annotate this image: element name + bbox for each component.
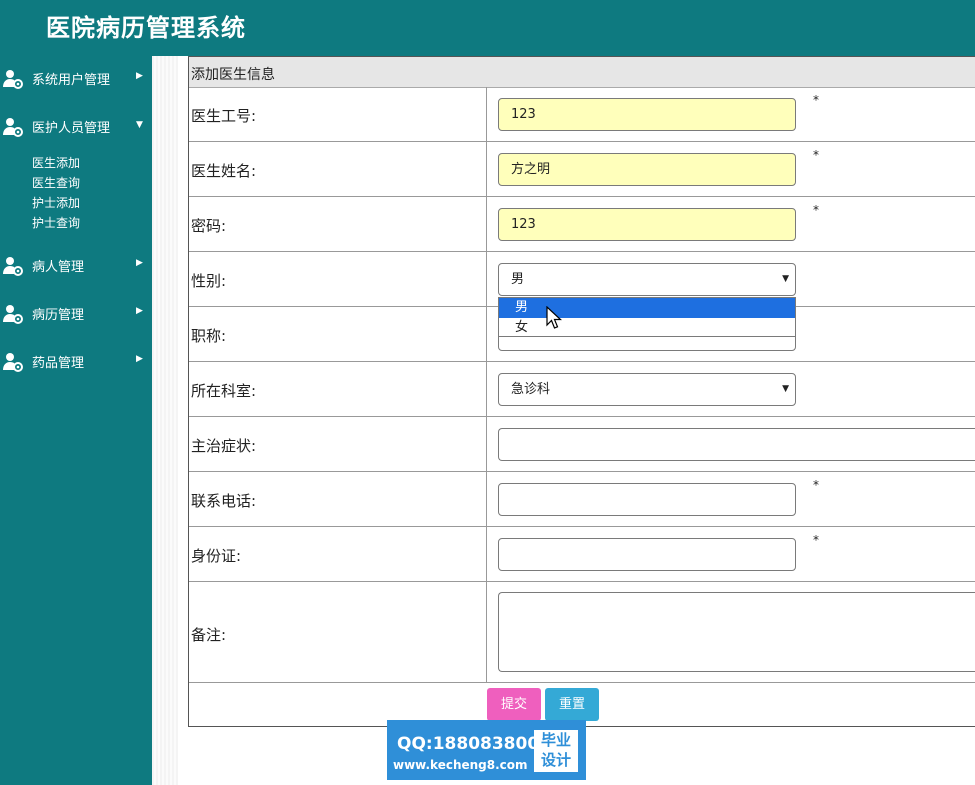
row-doctor-name: 医生姓名: 方之明 *: [189, 142, 975, 197]
phone-input[interactable]: [498, 483, 796, 516]
watermark-qq: QQ:188083800: [397, 734, 540, 754]
row-department: 所在科室: 急诊科 ▼: [189, 362, 975, 417]
form-header: 添加医生信息: [189, 57, 975, 88]
row-doctor-id: 医生工号: 123 *: [189, 87, 975, 142]
sidebar-item-system-users[interactable]: 系统用户管理 ▶: [0, 62, 152, 96]
department-select-value: 急诊科: [511, 382, 551, 397]
gender-dropdown-list: 男 女: [498, 297, 796, 337]
gender-label: 性别:: [191, 272, 227, 290]
required-mark: *: [813, 203, 819, 217]
doctor-id-label: 医生工号:: [191, 107, 257, 125]
department-label: 所在科室:: [191, 382, 257, 400]
chevron-down-icon: ▼: [782, 274, 789, 284]
submit-button[interactable]: 提交: [487, 688, 541, 721]
watermark-badge: 毕业 设计: [534, 730, 578, 772]
content-gutter: [152, 56, 178, 785]
doctor-name-input[interactable]: 方之明: [498, 153, 796, 186]
form-title: 添加医生信息: [191, 67, 275, 83]
department-select[interactable]: 急诊科 ▼: [498, 373, 796, 406]
required-mark: *: [813, 478, 819, 492]
required-mark: *: [813, 148, 819, 162]
reset-button[interactable]: 重置: [545, 688, 599, 721]
sidebar-item-label: 医护人员管理: [32, 121, 111, 136]
doctor-id-input[interactable]: 123: [498, 98, 796, 131]
sidebar-subitem-doctor-query[interactable]: 医生查询: [32, 174, 80, 191]
required-mark: *: [813, 93, 819, 107]
watermark-url: www.kecheng8.com: [393, 758, 528, 772]
required-mark: *: [813, 533, 819, 547]
row-remark: 备注:: [189, 582, 975, 683]
gender-select-value: 男: [511, 272, 525, 287]
user-gear-icon: [3, 70, 23, 89]
sidebar-item-medical-records[interactable]: 病历管理 ▶: [0, 297, 152, 331]
sidebar-item-label: 病历管理: [32, 308, 85, 323]
user-gear-icon: [3, 118, 23, 137]
app-header: 医院病历管理系统: [0, 0, 975, 56]
specialty-label: 主治症状:: [191, 437, 257, 455]
watermark-banner: QQ:188083800 www.kecheng8.com 毕业 设计: [387, 720, 586, 780]
watermark-badge-line1: 毕业: [540, 731, 571, 749]
specialty-input[interactable]: [498, 428, 975, 461]
sidebar: 系统用户管理 ▶ 医护人员管理 ▼ 医生添加 医生查询 护士添加 护士查询 病人…: [0, 56, 152, 785]
user-gear-icon: [3, 353, 23, 372]
row-id-card: 身份证: *: [189, 527, 975, 582]
sidebar-item-medical-staff[interactable]: 医护人员管理 ▼: [0, 110, 152, 144]
chevron-down-icon: ▼: [782, 384, 789, 394]
user-gear-icon: [3, 305, 23, 324]
user-gear-icon: [3, 257, 23, 276]
gender-option-female[interactable]: 女: [499, 318, 795, 338]
chevron-down-icon: ▼: [136, 120, 143, 130]
mouse-cursor-icon: [546, 306, 562, 329]
row-password: 密码: 123 *: [189, 197, 975, 252]
sidebar-subitem-nurse-query[interactable]: 护士查询: [32, 214, 80, 231]
phone-label: 联系电话:: [191, 492, 257, 510]
id-card-label: 身份证:: [191, 547, 242, 565]
sidebar-item-patients[interactable]: 病人管理 ▶: [0, 249, 152, 283]
row-phone: 联系电话: *: [189, 472, 975, 527]
add-doctor-form: 添加医生信息 医生工号: 123 * 医生姓名: 方之明 * 密码: 123 *…: [188, 56, 975, 727]
sidebar-item-label: 病人管理: [32, 260, 85, 275]
row-specialty: 主治症状:: [189, 417, 975, 472]
sidebar-item-label: 系统用户管理: [32, 73, 111, 88]
remark-textarea[interactable]: [498, 592, 975, 672]
gender-option-male[interactable]: 男: [499, 298, 795, 318]
chevron-right-icon: ▶: [136, 354, 143, 364]
password-label: 密码:: [191, 217, 227, 235]
app-title: 医院病历管理系统: [46, 13, 246, 42]
chevron-right-icon: ▶: [136, 71, 143, 81]
sidebar-subitem-doctor-add[interactable]: 医生添加: [32, 154, 80, 171]
title-label: 职称:: [191, 327, 227, 345]
chevron-right-icon: ▶: [136, 306, 143, 316]
doctor-name-label: 医生姓名:: [191, 162, 257, 180]
sidebar-subitem-nurse-add[interactable]: 护士添加: [32, 194, 80, 211]
sidebar-item-medicine[interactable]: 药品管理 ▶: [0, 345, 152, 379]
gender-select[interactable]: 男 ▼: [498, 263, 796, 296]
sidebar-item-label: 药品管理: [32, 356, 85, 371]
remark-label: 备注:: [191, 626, 227, 644]
chevron-right-icon: ▶: [136, 258, 143, 268]
id-card-input[interactable]: [498, 538, 796, 571]
watermark-badge-line2: 设计: [540, 751, 571, 769]
password-input[interactable]: 123: [498, 208, 796, 241]
